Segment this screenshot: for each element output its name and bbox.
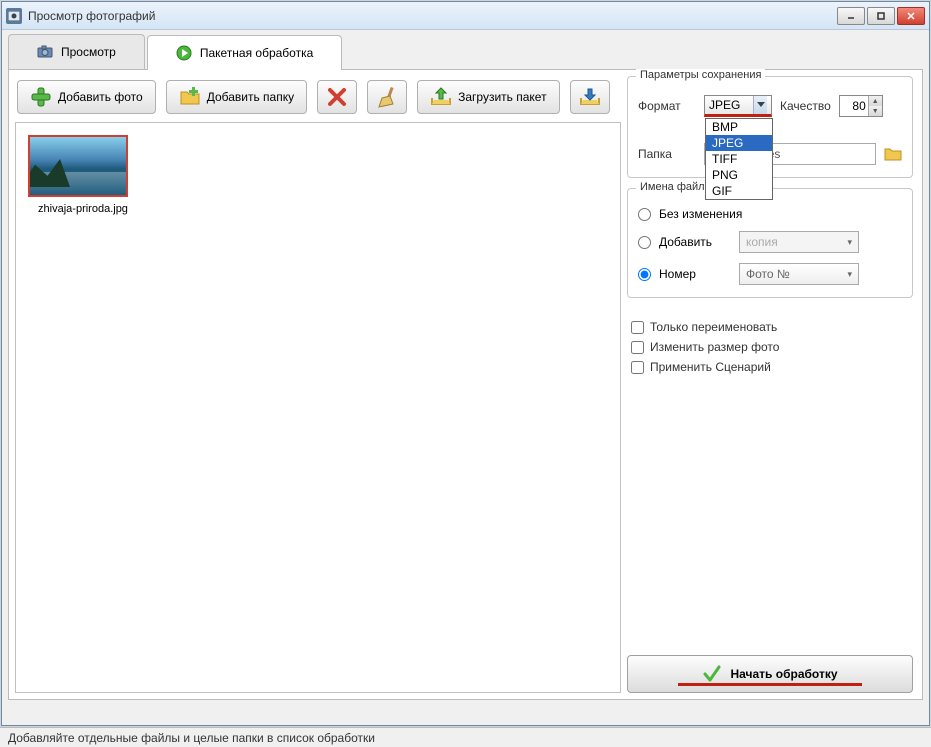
save-batch-button[interactable]: [570, 80, 610, 114]
spin-up-button[interactable]: ▲: [869, 96, 882, 106]
unchanged-label: Без изменения: [659, 207, 742, 221]
format-option-tiff[interactable]: TIFF: [706, 151, 772, 167]
folder-label: Папка: [638, 147, 696, 161]
tab-batch-label: Пакетная обработка: [200, 46, 313, 60]
filenames-group: Имена файлов Без изменения Добавить копи…: [627, 188, 913, 298]
minimize-button[interactable]: [837, 7, 865, 25]
clear-button[interactable]: [367, 80, 407, 114]
chevron-down-icon: ▾: [847, 269, 852, 280]
format-value: JPEG: [709, 98, 740, 112]
delete-button[interactable]: [317, 80, 357, 114]
maximize-button[interactable]: [867, 7, 895, 25]
save-params-group: Параметры сохранения Формат JPEG BMP JPE…: [627, 76, 913, 178]
toolbar: Добавить фото Добавить папку Загрузи: [15, 76, 621, 122]
app-window: Просмотр фотографий Просмотр Пакетная об…: [1, 1, 930, 726]
format-option-gif[interactable]: GIF: [706, 183, 772, 199]
chevron-down-icon: [753, 96, 767, 114]
append-combo[interactable]: копия ▾: [739, 231, 859, 253]
thumbnail-item[interactable]: zhivaja-priroda.jpg: [28, 135, 138, 215]
spin-down-button[interactable]: ▼: [869, 106, 882, 116]
broom-icon: [376, 86, 398, 108]
titlebar[interactable]: Просмотр фотографий: [2, 2, 929, 30]
chevron-down-icon: ▾: [847, 237, 852, 248]
quality-spinner[interactable]: ▲ ▼: [839, 95, 883, 117]
format-dropdown: BMP JPEG TIFF PNG GIF: [705, 118, 773, 200]
camera-icon: [37, 44, 53, 60]
save-params-title: Параметры сохранения: [636, 69, 765, 81]
format-combo[interactable]: JPEG BMP JPEG TIFF PNG GIF: [704, 95, 772, 117]
start-processing-button[interactable]: Начать обработку: [627, 655, 913, 693]
load-batch-button[interactable]: Загрузить пакет: [417, 80, 559, 114]
tab-view-label: Просмотр: [61, 45, 116, 59]
delete-x-icon: [326, 86, 348, 108]
browse-folder-icon[interactable]: [884, 145, 902, 163]
thumbnail-list[interactable]: zhivaja-priroda.jpg: [15, 122, 621, 693]
play-icon: [176, 45, 192, 61]
format-option-jpeg[interactable]: JPEG: [706, 135, 772, 151]
close-button[interactable]: [897, 7, 925, 25]
tab-content: Добавить фото Добавить папку Загрузи: [8, 70, 923, 700]
plus-icon: [30, 86, 52, 108]
tab-batch[interactable]: Пакетная обработка: [147, 35, 342, 70]
tab-view[interactable]: Просмотр: [8, 34, 145, 69]
app-icon: [6, 8, 22, 24]
upload-icon: [430, 86, 452, 108]
thumbnail-image[interactable]: [28, 135, 128, 197]
add-photo-button[interactable]: Добавить фото: [17, 80, 156, 114]
add-folder-button[interactable]: Добавить папку: [166, 80, 307, 114]
status-text: Добавляйте отдельные файлы и целые папки…: [8, 731, 375, 745]
thumbnail-filename: zhivaja-priroda.jpg: [28, 203, 138, 215]
status-bar: Добавляйте отдельные файлы и целые папки…: [0, 727, 931, 747]
add-photo-label: Добавить фото: [58, 90, 143, 104]
format-label: Формат: [638, 99, 696, 113]
download-icon: [579, 86, 601, 108]
scenario-check[interactable]: Применить Сценарий: [631, 360, 909, 374]
resize-check[interactable]: Изменить размер фото: [631, 340, 909, 354]
format-option-png[interactable]: PNG: [706, 167, 772, 183]
format-option-bmp[interactable]: BMP: [706, 119, 772, 135]
append-radio[interactable]: [638, 236, 651, 249]
number-combo[interactable]: Фото № ▾: [739, 263, 859, 285]
append-label: Добавить: [659, 235, 733, 249]
number-label: Номер: [659, 267, 733, 281]
quality-input[interactable]: [840, 99, 868, 113]
rename-only-check[interactable]: Только переименовать: [631, 320, 909, 334]
number-radio[interactable]: [638, 268, 651, 281]
folder-plus-icon: [179, 86, 201, 108]
options-checks: Только переименовать Изменить размер фот…: [627, 310, 913, 384]
quality-label: Качество: [780, 99, 831, 113]
window-title: Просмотр фотографий: [28, 9, 837, 23]
unchanged-radio[interactable]: [638, 208, 651, 221]
checkmark-icon: [702, 664, 722, 684]
tab-bar: Просмотр Пакетная обработка: [8, 34, 923, 70]
add-folder-label: Добавить папку: [207, 90, 294, 104]
start-button-label: Начать обработку: [730, 667, 837, 681]
load-batch-label: Загрузить пакет: [458, 90, 546, 104]
